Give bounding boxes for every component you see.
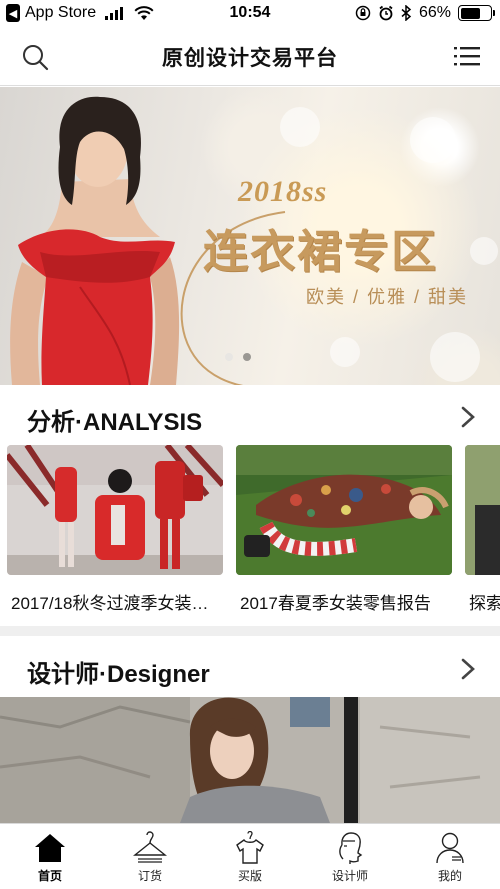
bluetooth-icon (401, 5, 412, 21)
analysis-card[interactable]: 2017/18秋冬过渡季女装零售 (7, 445, 223, 614)
page-title: 原创设计交易平台 (162, 47, 338, 70)
tab-label: 买版 (237, 869, 262, 883)
tab-label: 首页 (37, 869, 62, 883)
tab-mine[interactable]: 我的 (400, 824, 500, 889)
status-right: 66% (355, 4, 495, 22)
designer-feature-image[interactable] (0, 697, 500, 823)
designer-title: 设计师·Designer (27, 661, 210, 688)
tab-home[interactable]: 首页 (0, 824, 100, 889)
tab-label: 我的 (437, 869, 462, 883)
carousel-dots[interactable] (225, 353, 251, 361)
designer-section-header[interactable]: 设计师·Designer (0, 640, 500, 700)
analysis-card-caption: 2017/18秋冬过渡季女装零售 (11, 594, 217, 613)
promo-banner[interactable]: 2018ss 连衣裙专区 欧美 / 优雅 / 甜美 (0, 87, 500, 385)
tab-label: 设计师 (331, 869, 368, 883)
carousel-dot[interactable] (225, 353, 233, 361)
nav-bar: 原创设计交易平台 (0, 28, 500, 86)
designer-head-icon (339, 832, 363, 864)
chevron-right-icon[interactable] (460, 658, 476, 680)
section-divider (0, 626, 500, 636)
shirt-icon (236, 831, 264, 864)
analysis-card-caption: 2017春夏季女装零售报告 (240, 594, 431, 613)
analysis-title: 分析·ANALYSIS (27, 409, 203, 436)
tab-label: 订货 (137, 869, 162, 883)
analysis-section-header[interactable]: 分析·ANALYSIS (0, 388, 500, 448)
hanger-icon (133, 831, 167, 863)
analysis-card-caption: 探索 (469, 594, 500, 613)
tab-buy-pattern[interactable]: 买版 (200, 824, 300, 889)
battery-percent: 66% (418, 4, 451, 21)
list-menu-icon[interactable] (454, 44, 480, 68)
bottom-tab-bar: 首页 订货 买版 设计师 我的 (0, 823, 500, 889)
alarm-icon (379, 5, 393, 21)
chevron-right-icon[interactable] (460, 406, 476, 428)
analysis-card-image (465, 445, 500, 575)
status-bar: ◀ App Store 10:54 66% (0, 0, 500, 28)
banner-subtitle: 欧美 / 优雅 / 甜美 (306, 287, 469, 307)
orientation-lock-icon (355, 5, 371, 21)
analysis-card[interactable]: 2017春夏季女装零售报告 (236, 445, 452, 614)
tab-designer[interactable]: 设计师 (300, 824, 400, 889)
user-icon (436, 832, 464, 864)
tab-order[interactable]: 订货 (100, 824, 200, 889)
banner-headline: 连衣裙专区 (203, 225, 439, 278)
carousel-dot-active[interactable] (243, 353, 251, 361)
banner-year: 2018ss (238, 175, 328, 208)
home-icon (35, 834, 65, 862)
analysis-card-list: 2017/18秋冬过渡季女装零售 2017春夏季女装零售报告 探索 (0, 445, 500, 620)
analysis-card-image (7, 445, 223, 575)
battery-icon (458, 5, 495, 21)
analysis-card-image (236, 445, 452, 575)
analysis-card[interactable]: 探索 (465, 445, 500, 614)
